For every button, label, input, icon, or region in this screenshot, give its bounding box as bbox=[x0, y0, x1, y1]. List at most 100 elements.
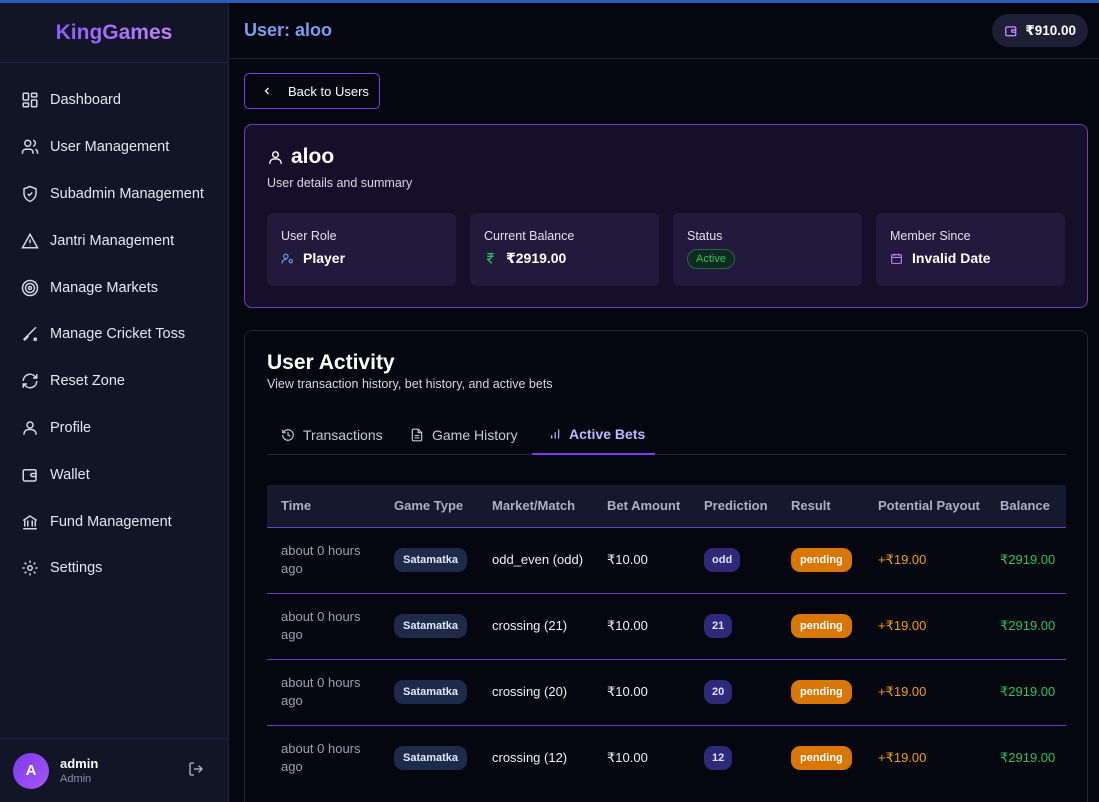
result-badge: pending bbox=[791, 746, 852, 771]
cell-balance: ₹2919.00 bbox=[1000, 552, 1056, 567]
stat-member-since: Member Since Invalid Date bbox=[876, 213, 1065, 286]
stat-balance-value: ₹2919.00 bbox=[506, 250, 567, 266]
cell-balance: ₹2919.00 bbox=[1000, 618, 1056, 633]
avatar[interactable]: A bbox=[13, 752, 49, 789]
stat-role-value: Player bbox=[303, 250, 346, 266]
tab-label: Active Bets bbox=[569, 426, 646, 442]
user-summary-title: aloo bbox=[267, 145, 334, 169]
cell-prediction: 20 bbox=[690, 659, 777, 725]
column-header[interactable]: Balance bbox=[986, 485, 1066, 527]
sidebar-item-wallet[interactable]: Wallet bbox=[0, 451, 228, 498]
sidebar-item-subadmin-management[interactable]: Subadmin Management bbox=[0, 171, 228, 218]
table-row[interactable]: about 0 hours ago Satamatka crossing (12… bbox=[267, 725, 1066, 791]
shield-icon bbox=[23, 185, 37, 203]
game-type-badge: Satamatka bbox=[394, 680, 468, 704]
cell-amount: ₹10.00 bbox=[607, 618, 648, 633]
cell-market: crossing (12) bbox=[492, 750, 568, 766]
user-icon bbox=[23, 421, 37, 435]
column-header[interactable]: Market/Match bbox=[478, 485, 593, 527]
result-badge: pending bbox=[791, 614, 852, 638]
column-header[interactable]: Game Type bbox=[380, 485, 478, 527]
sidebar-item-fund-management[interactable]: Fund Management bbox=[0, 498, 228, 545]
sidebar-item-settings[interactable]: Settings bbox=[0, 545, 228, 592]
cell-time: about 0 hours ago bbox=[281, 741, 361, 775]
column-header[interactable]: Potential Payout bbox=[864, 485, 986, 527]
cell-market: odd_even (odd) bbox=[492, 552, 584, 567]
sidebar-item-jantri-management[interactable]: Jantri Management bbox=[0, 217, 228, 264]
target-icon bbox=[21, 279, 39, 296]
user-summary-card: aloo User details and summary User Role … bbox=[244, 124, 1088, 308]
column-header[interactable]: Result bbox=[777, 485, 864, 527]
sidebar-item-manage-cricket-toss[interactable]: Manage Cricket Toss bbox=[0, 311, 228, 358]
balance-pill[interactable]: ₹910.00 bbox=[992, 14, 1088, 47]
warning-icon bbox=[21, 232, 39, 249]
table-row[interactable]: about 0 hours ago Satamatka odd_even (od… bbox=[267, 527, 1066, 593]
tab-label: Game History bbox=[432, 427, 518, 443]
user-summary-name: aloo bbox=[291, 145, 335, 168]
calendar-icon bbox=[891, 253, 902, 264]
sidebar-item-dashboard[interactable]: Dashboard bbox=[0, 77, 228, 124]
brand-logo-text[interactable]: KingGames bbox=[56, 21, 173, 45]
cell-game-type: Satamatka bbox=[380, 527, 478, 593]
table-row[interactable]: about 0 hours ago Satamatka crossing (20… bbox=[267, 659, 1066, 725]
chevron-left-icon bbox=[264, 87, 269, 95]
stat-user-role: User Role Player bbox=[267, 213, 456, 286]
cell-prediction: 21 bbox=[690, 593, 777, 659]
sidebar-item-user-management[interactable]: User Management bbox=[0, 124, 228, 171]
cell-game-type: Satamatka bbox=[380, 593, 478, 659]
active-bets-table: Time Game Type Market/Match Bet Amount P… bbox=[267, 485, 1066, 791]
prediction-badge: 20 bbox=[704, 680, 733, 704]
sidebar-item-label: Wallet bbox=[50, 466, 90, 483]
sidebar-nav: Dashboard User Management Subadmin Manag… bbox=[0, 63, 228, 592]
stat-current-balance: Current Balance ₹2919.00 bbox=[470, 213, 659, 286]
cell-time: about 0 hours ago bbox=[281, 675, 361, 708]
activity-title: User Activity bbox=[267, 351, 395, 374]
tab-transactions[interactable]: Transactions bbox=[281, 415, 383, 455]
sidebar-item-profile[interactable]: Profile bbox=[0, 405, 228, 452]
stat-label: Member Since bbox=[890, 229, 971, 243]
wallet-icon bbox=[1005, 25, 1017, 36]
page-title: User: aloo bbox=[244, 20, 333, 40]
prediction-badge: 12 bbox=[704, 746, 733, 771]
bank-icon bbox=[22, 514, 38, 530]
result-badge: pending bbox=[791, 548, 852, 572]
user-activity-card: User Activity View transaction history, … bbox=[244, 330, 1088, 802]
cell-payout: +₹19.00 bbox=[878, 684, 927, 699]
cell-market: crossing (20) bbox=[492, 684, 568, 699]
cell-result: pending bbox=[777, 725, 864, 791]
cell-payout: +₹19.00 bbox=[878, 618, 927, 633]
back-to-users-button[interactable]: Back to Users bbox=[244, 73, 380, 109]
cell-result: pending bbox=[777, 527, 864, 593]
cell-balance: ₹2919.00 bbox=[1000, 750, 1056, 766]
sidebar-item-reset-zone[interactable]: Reset Zone bbox=[0, 358, 228, 405]
stat-value: Invalid Date bbox=[890, 250, 1065, 266]
stat-since-value: Invalid Date bbox=[912, 250, 991, 266]
cell-time: about 0 hours ago bbox=[281, 609, 361, 642]
user-meta: admin Admin bbox=[60, 756, 98, 785]
game-type-badge: Satamatka bbox=[394, 614, 468, 638]
stat-label: User Role bbox=[281, 229, 337, 243]
stat-label: Current Balance bbox=[484, 229, 575, 243]
column-header[interactable]: Prediction bbox=[690, 485, 777, 527]
stat-status: Status Active bbox=[673, 213, 862, 286]
brand[interactable]: KingGames bbox=[0, 3, 228, 63]
tab-game-history[interactable]: Game History bbox=[410, 415, 518, 455]
column-header[interactable]: Time bbox=[267, 485, 380, 527]
table-row[interactable]: about 0 hours ago Satamatka crossing (21… bbox=[267, 593, 1066, 659]
stat-label: Status bbox=[687, 229, 723, 243]
sidebar-item-label: Manage Cricket Toss bbox=[50, 326, 186, 343]
cell-amount: ₹10.00 bbox=[607, 750, 648, 766]
user-icon bbox=[269, 150, 282, 164]
column-header[interactable]: Bet Amount bbox=[593, 485, 690, 527]
status-badge: Active bbox=[687, 249, 735, 269]
history-icon bbox=[282, 429, 294, 441]
game-type-badge: Satamatka bbox=[394, 548, 468, 572]
balance-amount: ₹910.00 bbox=[1025, 22, 1076, 38]
sidebar-item-label: Dashboard bbox=[50, 92, 121, 109]
document-icon bbox=[411, 428, 423, 442]
logout-icon[interactable] bbox=[188, 761, 204, 777]
user-role: Admin bbox=[60, 773, 92, 785]
tab-active-bets[interactable]: Active Bets bbox=[532, 415, 655, 455]
result-badge: pending bbox=[791, 680, 852, 704]
sidebar-item-manage-markets[interactable]: Manage Markets bbox=[0, 264, 228, 311]
